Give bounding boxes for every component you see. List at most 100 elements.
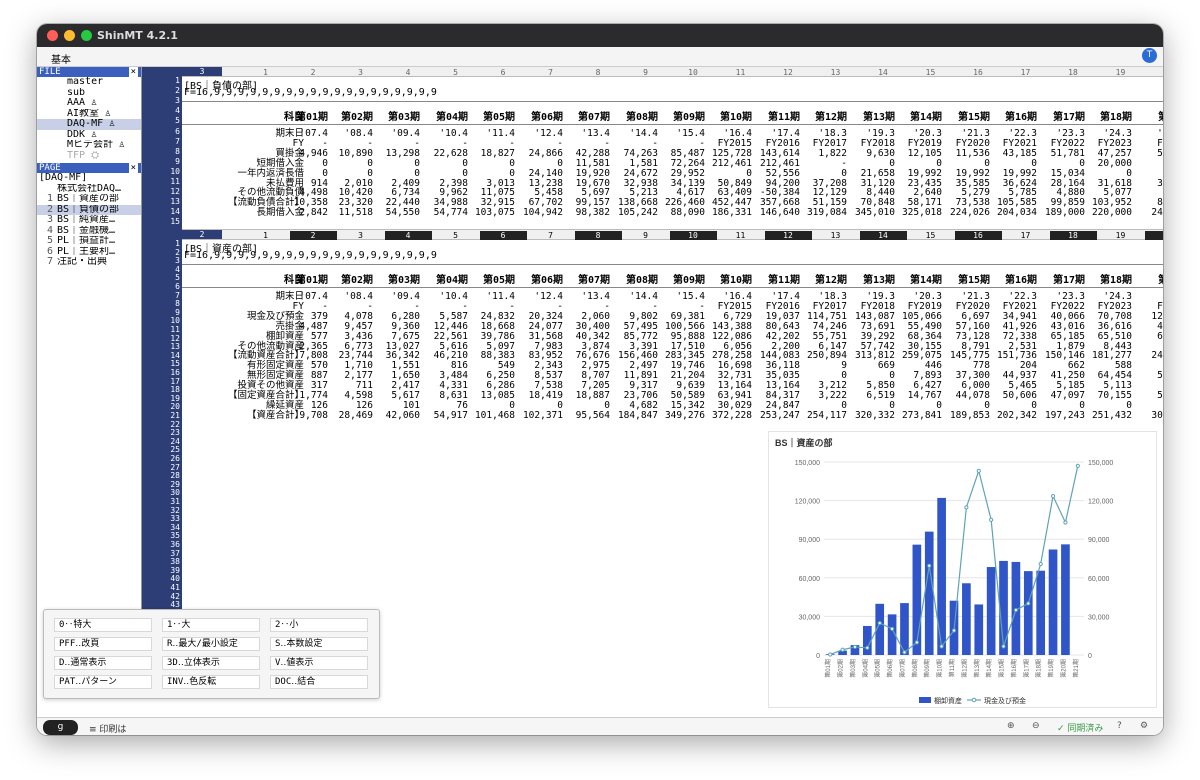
zoom-out-icon[interactable]: ⊖ xyxy=(1032,721,1040,731)
column-header-cell[interactable]: 19 xyxy=(1097,231,1144,240)
row-number[interactable]: 16 xyxy=(142,369,180,377)
column-header-cell[interactable]: 5 xyxy=(432,68,479,77)
row-number[interactable]: 15 xyxy=(142,218,180,226)
data-cell[interactable]: 28,469 xyxy=(327,410,373,421)
data-cell[interactable]: 0 xyxy=(374,158,420,169)
popup-option-button[interactable]: DOC‥結合 xyxy=(270,675,368,689)
row-number[interactable]: 10 xyxy=(142,167,180,176)
row-number[interactable]: 6 xyxy=(142,127,180,136)
data-cell[interactable]: '07.4 xyxy=(282,129,328,139)
row-number[interactable]: 3 xyxy=(142,257,180,265)
page-item[interactable]: 5 PL｜損益計… xyxy=(37,236,141,247)
data-cell[interactable]: 18,887 xyxy=(564,391,610,401)
row-number[interactable]: 1 xyxy=(142,240,180,248)
data-cell[interactable]: 1,822 xyxy=(801,148,847,159)
data-cell[interactable]: '11.4 xyxy=(469,129,515,139)
data-cell[interactable]: 669 xyxy=(849,361,895,371)
column-header-cell[interactable]: 18 xyxy=(1049,231,1097,240)
settings-icon[interactable]: ⚙ xyxy=(1140,721,1148,731)
data-cell[interactable]: 0 xyxy=(469,158,515,169)
data-cell[interactable]: '08.4 xyxy=(327,129,373,139)
data-cell[interactable]: 224,026 xyxy=(944,208,990,218)
zoom-window-button[interactable] xyxy=(81,30,92,41)
data-cell[interactable]: 65,4 xyxy=(1134,331,1163,342)
data-cell[interactable]: 30,6 xyxy=(1134,178,1163,189)
data-cell[interactable]: 2,842 xyxy=(282,208,328,218)
column-header-cell[interactable]: 14 xyxy=(859,231,907,240)
popup-option-button[interactable]: R‥最大/最小設定 xyxy=(162,637,260,651)
data-cell[interactable]: 273,841 xyxy=(896,410,942,421)
data-cell[interactable]: '12.4 xyxy=(517,292,563,302)
data-cell[interactable]: 11,518 xyxy=(327,208,373,218)
sheet-pane-assets[interactable]: [BS｜資産の部] F=16,9,9,9,9,9,9,9,9,9,9,9,9,9,… xyxy=(182,240,1163,430)
data-cell[interactable]: 186,331 xyxy=(706,208,752,218)
column-header-cell[interactable]: 10 xyxy=(669,231,717,240)
zoom-in-icon[interactable]: ⊕ xyxy=(1007,721,1015,731)
data-cell[interactable]: 44,078 xyxy=(944,391,990,401)
column-header-cell[interactable]: 4 xyxy=(384,231,432,240)
column-header-cell[interactable]: 5 xyxy=(432,231,479,240)
data-cell[interactable]: 20,000 xyxy=(1086,158,1132,169)
data-cell[interactable]: 0 xyxy=(327,158,373,169)
column-header-cell[interactable]: 6 xyxy=(480,68,527,77)
data-cell[interactable]: '08.4 xyxy=(327,292,373,302)
column-header-split[interactable]: 21234567891011121314151617181920 xyxy=(182,229,1163,240)
column-header-cell[interactable]: 17 xyxy=(1002,68,1049,77)
data-cell[interactable]: 254,117 xyxy=(801,410,847,421)
popup-option-button[interactable]: D‥通常表示 xyxy=(54,656,152,670)
data-cell[interactable]: '15.4 xyxy=(659,129,705,139)
column-header-cell[interactable]: 16 xyxy=(954,231,1002,240)
page-item[interactable]: 3 BS｜純資産… xyxy=(37,215,141,226)
popup-option-button[interactable]: 0‥特大 xyxy=(54,618,152,632)
row-number[interactable]: 8 xyxy=(142,147,180,156)
row-number[interactable]: 9 xyxy=(142,157,180,166)
column-header-cell[interactable]: 19 xyxy=(1097,68,1144,77)
column-header-cell[interactable]: 1 xyxy=(242,68,289,77)
data-cell[interactable]: 250,894 xyxy=(801,351,847,361)
sheet-pane-liabilities[interactable]: [BS｜負債の部] F=16,9,9,9,9,9,9,9,9,9,9,9,9,9,… xyxy=(182,77,1163,229)
data-cell[interactable]: 43,185 xyxy=(991,148,1037,159)
popup-option-button[interactable]: 3D‥立体表示 xyxy=(162,656,260,670)
data-cell[interactable]: 51,781 xyxy=(1039,148,1085,159)
column-header-cell[interactable]: 13 xyxy=(812,231,859,240)
popup-option-button[interactable]: 1‥大 xyxy=(162,618,260,632)
popup-option-button[interactable]: PAT‥パターン xyxy=(54,675,152,689)
g-button[interactable]: g xyxy=(43,720,78,735)
data-cell[interactable]: 10,890 xyxy=(327,148,373,159)
row-number[interactable]: 8 xyxy=(142,300,180,308)
row-number[interactable]: 38 xyxy=(142,558,180,566)
data-cell[interactable]: 184,847 xyxy=(612,410,658,421)
data-cell[interactable]: '09.4 xyxy=(374,292,420,302)
data-cell[interactable]: 104,942 xyxy=(517,208,563,218)
data-cell[interactable]: 11,536 xyxy=(944,148,990,159)
column-header-cell[interactable]: 11 xyxy=(717,231,764,240)
data-cell[interactable]: 54,4 xyxy=(1134,148,1163,159)
data-cell[interactable]: 220,000 xyxy=(1086,208,1132,218)
column-header-cell[interactable]: 17 xyxy=(1002,231,1049,240)
data-cell[interactable]: 102,371 xyxy=(517,410,563,421)
data-cell[interactable]: 372,228 xyxy=(706,410,752,421)
popup-option-button[interactable]: V‥値表示 xyxy=(270,656,368,670)
row-number[interactable]: 4 xyxy=(142,107,180,115)
column-header-cell[interactable]: 20 xyxy=(1144,231,1163,240)
data-cell[interactable]: 50,606 xyxy=(991,391,1037,401)
column-header-cell[interactable]: 1 xyxy=(242,231,289,240)
row-number[interactable]: 28 xyxy=(142,472,180,480)
row-number[interactable]: 13 xyxy=(142,198,180,206)
column-header-cell[interactable]: 13 xyxy=(812,68,859,77)
close-icon[interactable]: × xyxy=(128,163,138,173)
data-cell[interactable]: 12,105 xyxy=(896,148,942,159)
page-item[interactable]: 4 BS｜金融機… xyxy=(37,226,141,237)
data-cell[interactable]: '10.4 xyxy=(422,292,468,302)
popup-option-button[interactable]: 2‥小 xyxy=(270,618,368,632)
data-cell[interactable]: 88,090 xyxy=(659,208,705,218)
help-icon[interactable]: ? xyxy=(1117,721,1122,731)
row-number[interactable]: 36 xyxy=(142,541,180,549)
column-header-cell[interactable]: 7 xyxy=(527,68,574,77)
popup-option-button[interactable]: S‥本数設定 xyxy=(270,637,368,651)
close-window-button[interactable] xyxy=(47,30,58,41)
page-item[interactable]: 7 注記・出典 xyxy=(37,257,141,268)
page-item[interactable]: 1 BS｜資産の部 xyxy=(37,194,141,205)
column-header-cell[interactable]: 8 xyxy=(575,68,622,77)
row-number[interactable]: 6 xyxy=(142,283,180,291)
